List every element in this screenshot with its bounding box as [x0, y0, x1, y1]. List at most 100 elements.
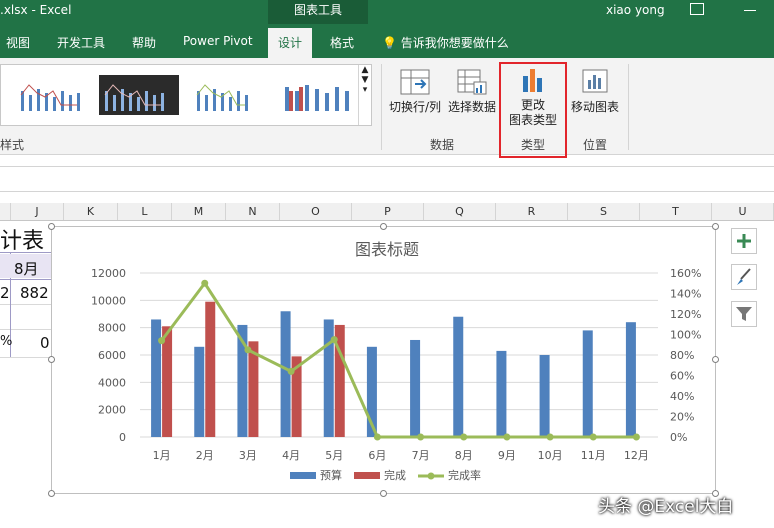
chart-styles-gallery[interactable]: ▲ ▼ ▾ [0, 64, 372, 126]
switch-row-column-button[interactable]: 切换行/列 [386, 68, 444, 115]
chart-style-thumb[interactable] [191, 75, 271, 115]
chart-elements-button[interactable] [731, 228, 757, 254]
group-label-location: 位置 [583, 138, 608, 152]
minimize-icon[interactable] [744, 10, 756, 11]
resize-handle[interactable] [712, 356, 719, 363]
group-separator [381, 64, 382, 150]
column-header[interactable]: T [640, 203, 712, 220]
y-left-tick-label: 6000 [98, 349, 126, 362]
x-tick-label: 3月 [239, 449, 257, 462]
bar-budget [582, 330, 593, 437]
chart-style-thumb[interactable] [15, 75, 95, 115]
resize-handle[interactable] [48, 490, 55, 497]
column-header[interactable]: L [118, 203, 172, 220]
chart-styles-button[interactable] [731, 264, 757, 290]
column-headers: J K L M N O P Q R S T U [0, 203, 774, 221]
month-header-cell[interactable]: 8月 [14, 258, 39, 279]
chart-style-thumb[interactable] [99, 75, 179, 115]
column-header[interactable]: O [280, 203, 352, 220]
x-tick-label: 10月 [538, 449, 563, 462]
percent-cell[interactable]: % [0, 334, 12, 349]
brush-icon [737, 268, 751, 285]
select-data-icon [456, 68, 488, 96]
x-tick-label: 11月 [581, 449, 606, 462]
column-header[interactable]: Q [424, 203, 496, 220]
point-rate [546, 433, 554, 441]
bar-budget [453, 316, 464, 437]
resize-handle[interactable] [48, 356, 55, 363]
point-rate [503, 433, 511, 441]
group-label-data: 数据 [430, 138, 455, 152]
gallery-scroll[interactable]: ▲ ▼ ▾ [358, 65, 371, 125]
column-header[interactable]: N [226, 203, 280, 220]
line-rate [160, 280, 637, 439]
plus-icon [737, 234, 751, 248]
tab-help[interactable]: 帮助 [132, 34, 156, 51]
tell-me-search[interactable]: 💡 告诉我你想要做什么 [382, 34, 509, 51]
chart-style-thumb[interactable] [279, 75, 359, 115]
value-cell[interactable]: 2 [0, 284, 10, 302]
x-tick-label: 7月 [412, 449, 430, 462]
resize-handle[interactable] [380, 223, 387, 230]
ribbon: ▲ ▼ ▾ 样式 切换行/列 选择数据 数据 更改 图表类型 类型 移动图表 位置 [0, 58, 774, 155]
resize-handle[interactable] [712, 223, 719, 230]
change-chart-type-highlight [499, 62, 567, 158]
point-rate [330, 336, 338, 344]
y-left-tick-label: 4000 [98, 376, 126, 389]
x-tick-label: 6月 [368, 449, 386, 462]
point-rate [373, 433, 381, 441]
x-tick-label: 4月 [282, 449, 300, 462]
column-header[interactable]: K [64, 203, 118, 220]
y-left-tick-label: 12000 [91, 267, 126, 280]
y-left-tick-label: 0 [119, 431, 126, 444]
tab-format[interactable]: 格式 [330, 34, 354, 51]
column-header[interactable]: J [11, 203, 64, 220]
legend-marker-rate [427, 472, 435, 480]
resize-handle[interactable] [48, 223, 55, 230]
chart-filters-button[interactable] [731, 301, 757, 327]
tab-power-pivot[interactable]: Power Pivot [183, 34, 253, 48]
tab-view[interactable]: 视图 [6, 34, 30, 51]
title-bar: .xlsx - Excel 图表工具 xiao yong [0, 0, 774, 24]
x-tick-label: 12月 [624, 449, 649, 462]
point-rate [417, 433, 425, 441]
chart-title: 图表标题 [355, 240, 419, 259]
y-right-tick-label: 100% [670, 329, 701, 342]
group-separator [628, 64, 629, 150]
grid-line [0, 329, 51, 330]
watermark: 头条 @Excel大白 [598, 497, 734, 517]
tab-design[interactable]: 设计 [268, 28, 313, 58]
combo-chart[interactable]: 图表标题 0 2000 4000 6000 8000 10000 12000 0% 20% 40% 6… [51, 226, 716, 494]
resize-handle[interactable] [380, 490, 387, 497]
ribbon-display-options-icon[interactable] [690, 3, 704, 15]
point-rate [158, 337, 166, 345]
column-header[interactable]: U [712, 203, 774, 220]
y-left-tick-label: 2000 [98, 404, 126, 417]
y-right-tick-label: 40% [670, 390, 694, 403]
column-header[interactable]: P [352, 203, 424, 220]
formula-bar[interactable] [0, 166, 774, 192]
bar-budget [151, 319, 162, 437]
point-rate [201, 279, 209, 287]
group-label-styles: 样式 [0, 138, 25, 152]
column-header[interactable]: S [568, 203, 640, 220]
percent-cell[interactable]: 0 [40, 334, 50, 352]
point-rate [460, 433, 468, 441]
select-data-button[interactable]: 选择数据 [444, 68, 500, 115]
lightbulb-icon: 💡 [382, 36, 397, 50]
column-header[interactable]: R [496, 203, 568, 220]
tab-developer[interactable]: 开发工具 [57, 34, 105, 51]
x-tick-label: 5月 [325, 449, 343, 462]
legend-label-budget: 预算 [320, 468, 342, 482]
legend-label-done: 完成 [384, 468, 406, 482]
move-chart-button[interactable]: 移动图表 [568, 68, 622, 115]
y-right-tick-label: 140% [670, 288, 701, 301]
point-rate [632, 433, 640, 441]
bar-budget [194, 346, 205, 437]
x-tick-label: 1月 [153, 449, 171, 462]
column-header[interactable]: M [172, 203, 226, 220]
value-cell[interactable]: 882 [20, 284, 49, 302]
column-header[interactable] [0, 203, 11, 220]
user-name[interactable]: xiao yong [606, 3, 665, 17]
y-right-tick-label: 120% [670, 308, 701, 321]
